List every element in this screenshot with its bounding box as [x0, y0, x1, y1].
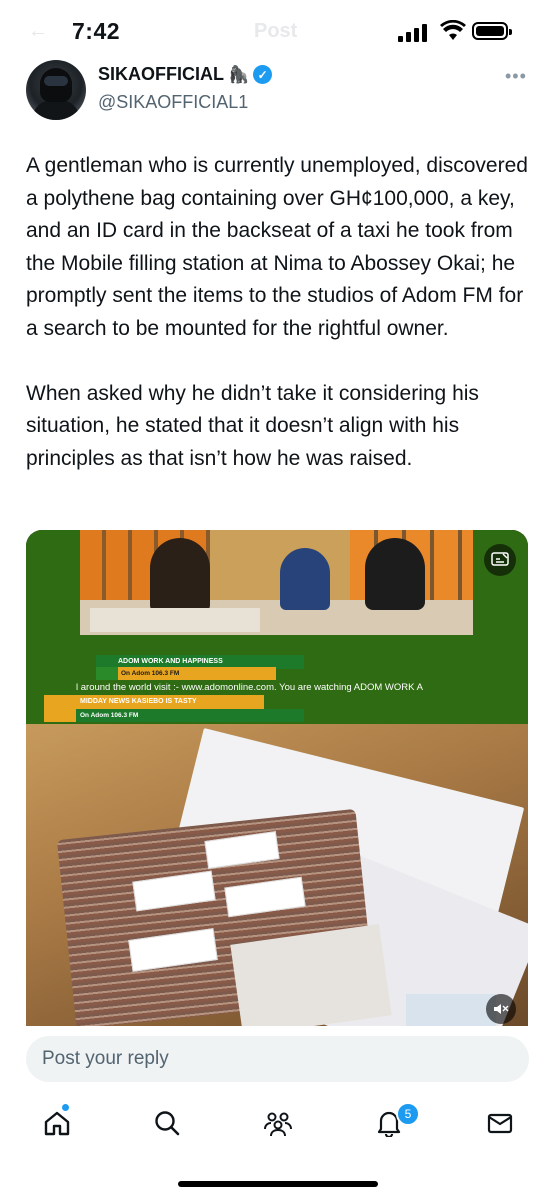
tv-lower-third-sub: On Adom 106.3 FM — [96, 667, 276, 680]
reply-placeholder: Post your reply — [42, 1048, 169, 1069]
home-indicator[interactable] — [178, 1181, 378, 1187]
author-handle[interactable]: @SIKAOFFICIAL1 — [98, 92, 248, 113]
more-options-button[interactable]: ••• — [505, 66, 527, 87]
author-name[interactable]: SIKAOFFICIAL 🦍 ✓ — [98, 64, 273, 85]
tweet-media[interactable]: ADOM WORK AND HAPPINESS On Adom 106.3 FM… — [26, 530, 528, 1026]
video-frame-tv: ADOM WORK AND HAPPINESS On Adom 106.3 FM… — [26, 530, 528, 724]
home-icon[interactable] — [40, 1106, 74, 1140]
bottom-tab-bar — [0, 1098, 555, 1150]
tv-bottom-banner: MIDDAY NEWS KASIEBO IS TASTY — [44, 695, 264, 709]
verified-badge-icon: ✓ — [253, 65, 273, 84]
gorilla-emoji: 🦍 — [228, 64, 250, 84]
wifi-icon — [440, 20, 466, 40]
messages-icon[interactable] — [483, 1106, 517, 1140]
battery-icon — [472, 22, 512, 40]
tv-crawl-text: l around the world visit :- www.adomonli… — [76, 682, 423, 693]
back-arrow-icon[interactable]: ← — [28, 20, 48, 43]
communities-icon[interactable] — [261, 1106, 295, 1140]
closed-captions-icon[interactable] — [484, 544, 516, 576]
avatar[interactable] — [26, 60, 86, 120]
header-title: Post — [254, 20, 298, 42]
money-photo — [26, 724, 528, 1026]
status-time: 7:42 — [72, 18, 121, 44]
tweet-text: A gentleman who is currently unemployed,… — [26, 154, 528, 470]
speaker-muted-icon[interactable] — [486, 994, 516, 1024]
status-bar: ← 7:42 Post — [0, 0, 555, 62]
reply-input[interactable]: Post your reply — [26, 1036, 529, 1082]
tv-bottom-banner-sub: On Adom 106.3 FM — [44, 709, 304, 722]
studio-image — [80, 530, 473, 635]
unread-dot — [62, 1104, 69, 1111]
search-icon[interactable] — [150, 1106, 184, 1140]
display-name-text[interactable]: SIKAOFFICIAL — [98, 64, 224, 85]
notification-count-badge: 5 — [396, 1102, 420, 1126]
signal-icon — [398, 24, 430, 42]
